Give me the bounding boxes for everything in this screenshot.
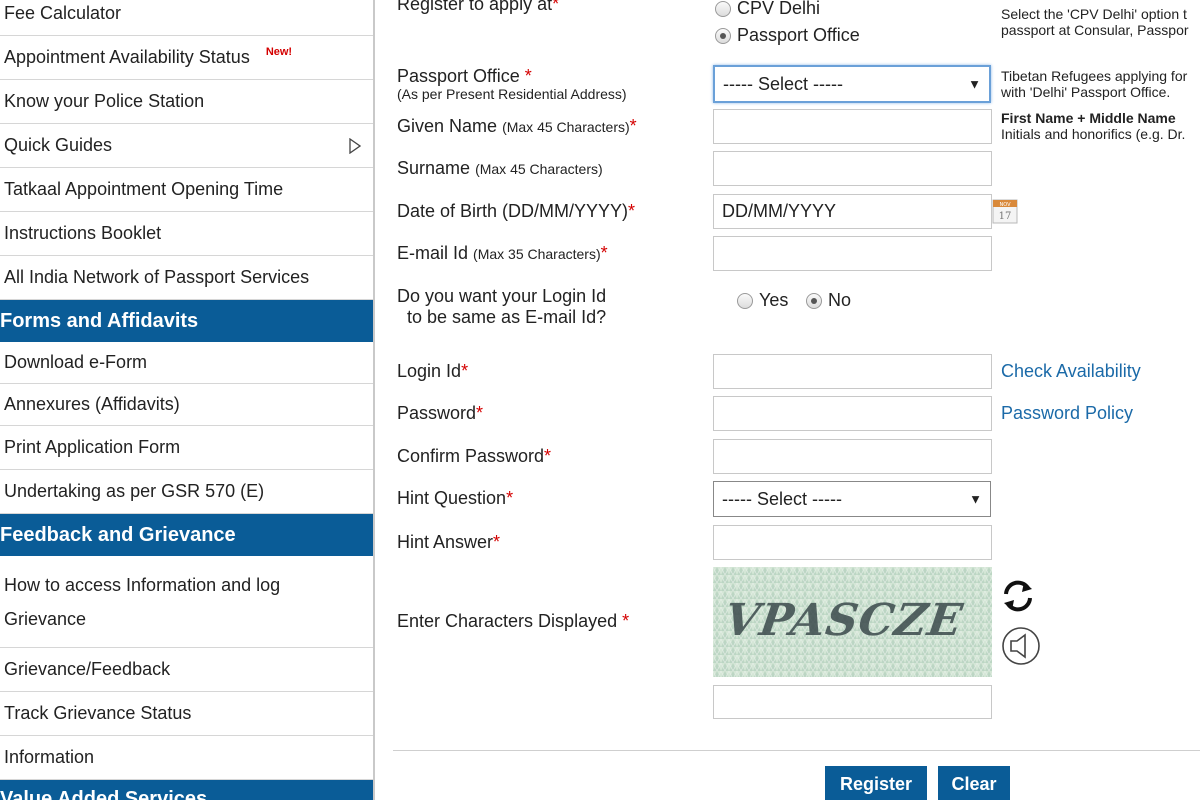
sidebar-item-label: Instructions Booklet <box>4 223 162 243</box>
email-input[interactable] <box>713 236 992 271</box>
passport-office-sub: (As per Present Residential Address) <box>397 86 627 102</box>
sidebar-item-quick-guides[interactable]: Quick Guides <box>0 124 373 168</box>
sidebar-header-value-added: Value Added Services <box>0 780 373 800</box>
sidebar-item-label: Quick Guides <box>4 135 113 155</box>
given-name-label: Given Name (Max 45 Characters)* <box>397 116 637 136</box>
sidebar-header-feedback: Feedback and Grievance <box>0 514 373 556</box>
sidebar-item-label: Appointment Availability Status <box>4 47 250 67</box>
sidebar-item-annexures[interactable]: Annexures (Affidavits) <box>0 384 373 426</box>
sidebar-item-label: Print Application Form <box>4 437 181 457</box>
sidebar-item-label: How to access Information and log Grieva… <box>4 575 281 629</box>
registration-form: Register to apply at* CPV Delhi Passport… <box>375 0 1200 800</box>
sidebar-item-label: Information <box>4 747 95 767</box>
dob-input[interactable]: DD/MM/YYYY <box>713 194 992 229</box>
refresh-icon[interactable] <box>1000 578 1036 614</box>
passport-office-select[interactable]: ----- Select ----- ▼ <box>713 65 991 103</box>
sidebar-item-instructions-booklet[interactable]: Instructions Booklet <box>0 212 373 256</box>
password-label: Password* <box>397 403 484 423</box>
sidebar-item-information[interactable]: Information <box>0 736 373 780</box>
register-at-label: Register to apply at* <box>397 0 560 14</box>
sidebar-item-network[interactable]: All India Network of Passport Services <box>0 256 373 300</box>
sidebar-item-appointment-availability[interactable]: Appointment Availability Status New! <box>0 36 373 80</box>
sidebar-item-label: Grievance/Feedback <box>4 659 171 679</box>
hint-question-select[interactable]: ----- Select ----- ▼ <box>713 481 991 517</box>
new-badge: New! <box>265 45 293 58</box>
sidebar-item-print-application[interactable]: Print Application Form <box>0 426 373 470</box>
confirm-password-label: Confirm Password* <box>397 446 552 466</box>
sidebar-item-label: All India Network of Passport Services <box>4 267 310 287</box>
radio-icon[interactable] <box>715 27 731 44</box>
calendar-icon[interactable]: NOV 17 <box>992 198 1018 224</box>
captcha-text: VPASCZE <box>721 595 967 646</box>
email-label: E-mail Id (Max 35 Characters)* <box>397 243 608 263</box>
sidebar-item-label: Know your Police Station <box>4 91 205 111</box>
sidebar: Fee Calculator Appointment Availability … <box>0 0 375 800</box>
sidebar-item-label: Undertaking as per GSR 570 (E) <box>4 481 265 501</box>
captcha-image: VPASCZE <box>713 567 992 677</box>
captcha-label: Enter Characters Displayed * <box>397 611 630 631</box>
sidebar-header-label: Value Added Services <box>0 788 208 800</box>
password-input[interactable] <box>713 396 992 431</box>
given-name-input[interactable] <box>713 109 992 144</box>
sidebar-item-label: Track Grievance Status <box>4 703 192 723</box>
hint-answer-label: Hint Answer* <box>397 532 501 552</box>
surname-input[interactable] <box>713 151 992 186</box>
audio-speaker-icon[interactable] <box>1000 626 1042 666</box>
radio-icon[interactable] <box>715 0 731 17</box>
sidebar-item-access-information[interactable]: How to access Information and log Grieva… <box>0 566 340 648</box>
dob-label: Date of Birth (DD/MM/YYYY)* <box>397 201 636 221</box>
sidebar-item-tatkaal-time[interactable]: Tatkaal Appointment Opening Time <box>0 168 373 212</box>
radio-login-same-yes[interactable]: Yes <box>737 290 788 311</box>
clear-button[interactable]: Clear <box>938 766 1010 800</box>
calendar-month: NOV <box>999 202 1011 208</box>
sidebar-item-police-station[interactable]: Know your Police Station <box>0 80 373 124</box>
help-cpv: Select the 'CPV Delhi' option t passport… <box>1001 6 1189 38</box>
help-tibetan: Tibetan Refugees applying for with 'Delh… <box>1001 68 1188 100</box>
login-id-label: Login Id* <box>397 361 469 381</box>
radio-passport-office[interactable]: Passport Office <box>715 25 860 46</box>
radio-icon[interactable] <box>737 292 753 309</box>
sidebar-item-grievance-feedback[interactable]: Grievance/Feedback <box>0 648 373 692</box>
chevron-right-icon <box>349 137 361 154</box>
dropdown-caret-icon: ▼ <box>968 76 981 92</box>
radio-cpv-delhi[interactable]: CPV Delhi <box>715 0 820 19</box>
sidebar-item-track-grievance[interactable]: Track Grievance Status <box>0 692 373 736</box>
register-button[interactable]: Register <box>825 766 927 800</box>
confirm-password-input[interactable] <box>713 439 992 474</box>
sidebar-header-label: Forms and Affidavits <box>0 309 199 332</box>
sidebar-item-label: Tatkaal Appointment Opening Time <box>4 179 284 199</box>
sidebar-item-download-eform[interactable]: Download e-Form <box>0 342 373 384</box>
help-name: First Name + Middle Name Initials and ho… <box>1001 110 1186 142</box>
radio-login-same-no[interactable]: No <box>806 290 851 311</box>
check-availability-link[interactable]: Check Availability <box>1001 361 1141 382</box>
sidebar-item-undertaking[interactable]: Undertaking as per GSR 570 (E) <box>0 470 373 514</box>
passport-office-label: Passport Office * <box>397 66 532 86</box>
login-id-input[interactable] <box>713 354 992 389</box>
dropdown-caret-icon: ▼ <box>969 491 982 507</box>
password-policy-link[interactable]: Password Policy <box>1001 403 1133 424</box>
sidebar-item-label: Fee Calculator <box>4 3 122 23</box>
captcha-input[interactable] <box>713 685 992 719</box>
login-same-label: Do you want your Login Id to be same as … <box>397 286 607 327</box>
sidebar-item-label: Annexures (Affidavits) <box>4 394 180 414</box>
calendar-day: 17 <box>999 211 1012 222</box>
sidebar-header-forms: Forms and Affidavits <box>0 300 373 342</box>
radio-icon[interactable] <box>806 292 822 309</box>
sidebar-item-fee-calculator[interactable]: Fee Calculator <box>0 0 373 36</box>
sidebar-item-label: Download e-Form <box>4 352 148 372</box>
hint-answer-input[interactable] <box>713 525 992 560</box>
surname-label: Surname (Max 45 Characters) <box>397 158 603 178</box>
hint-question-label: Hint Question* <box>397 488 514 508</box>
sidebar-header-label: Feedback and Grievance <box>0 523 236 546</box>
form-divider <box>393 750 1200 751</box>
